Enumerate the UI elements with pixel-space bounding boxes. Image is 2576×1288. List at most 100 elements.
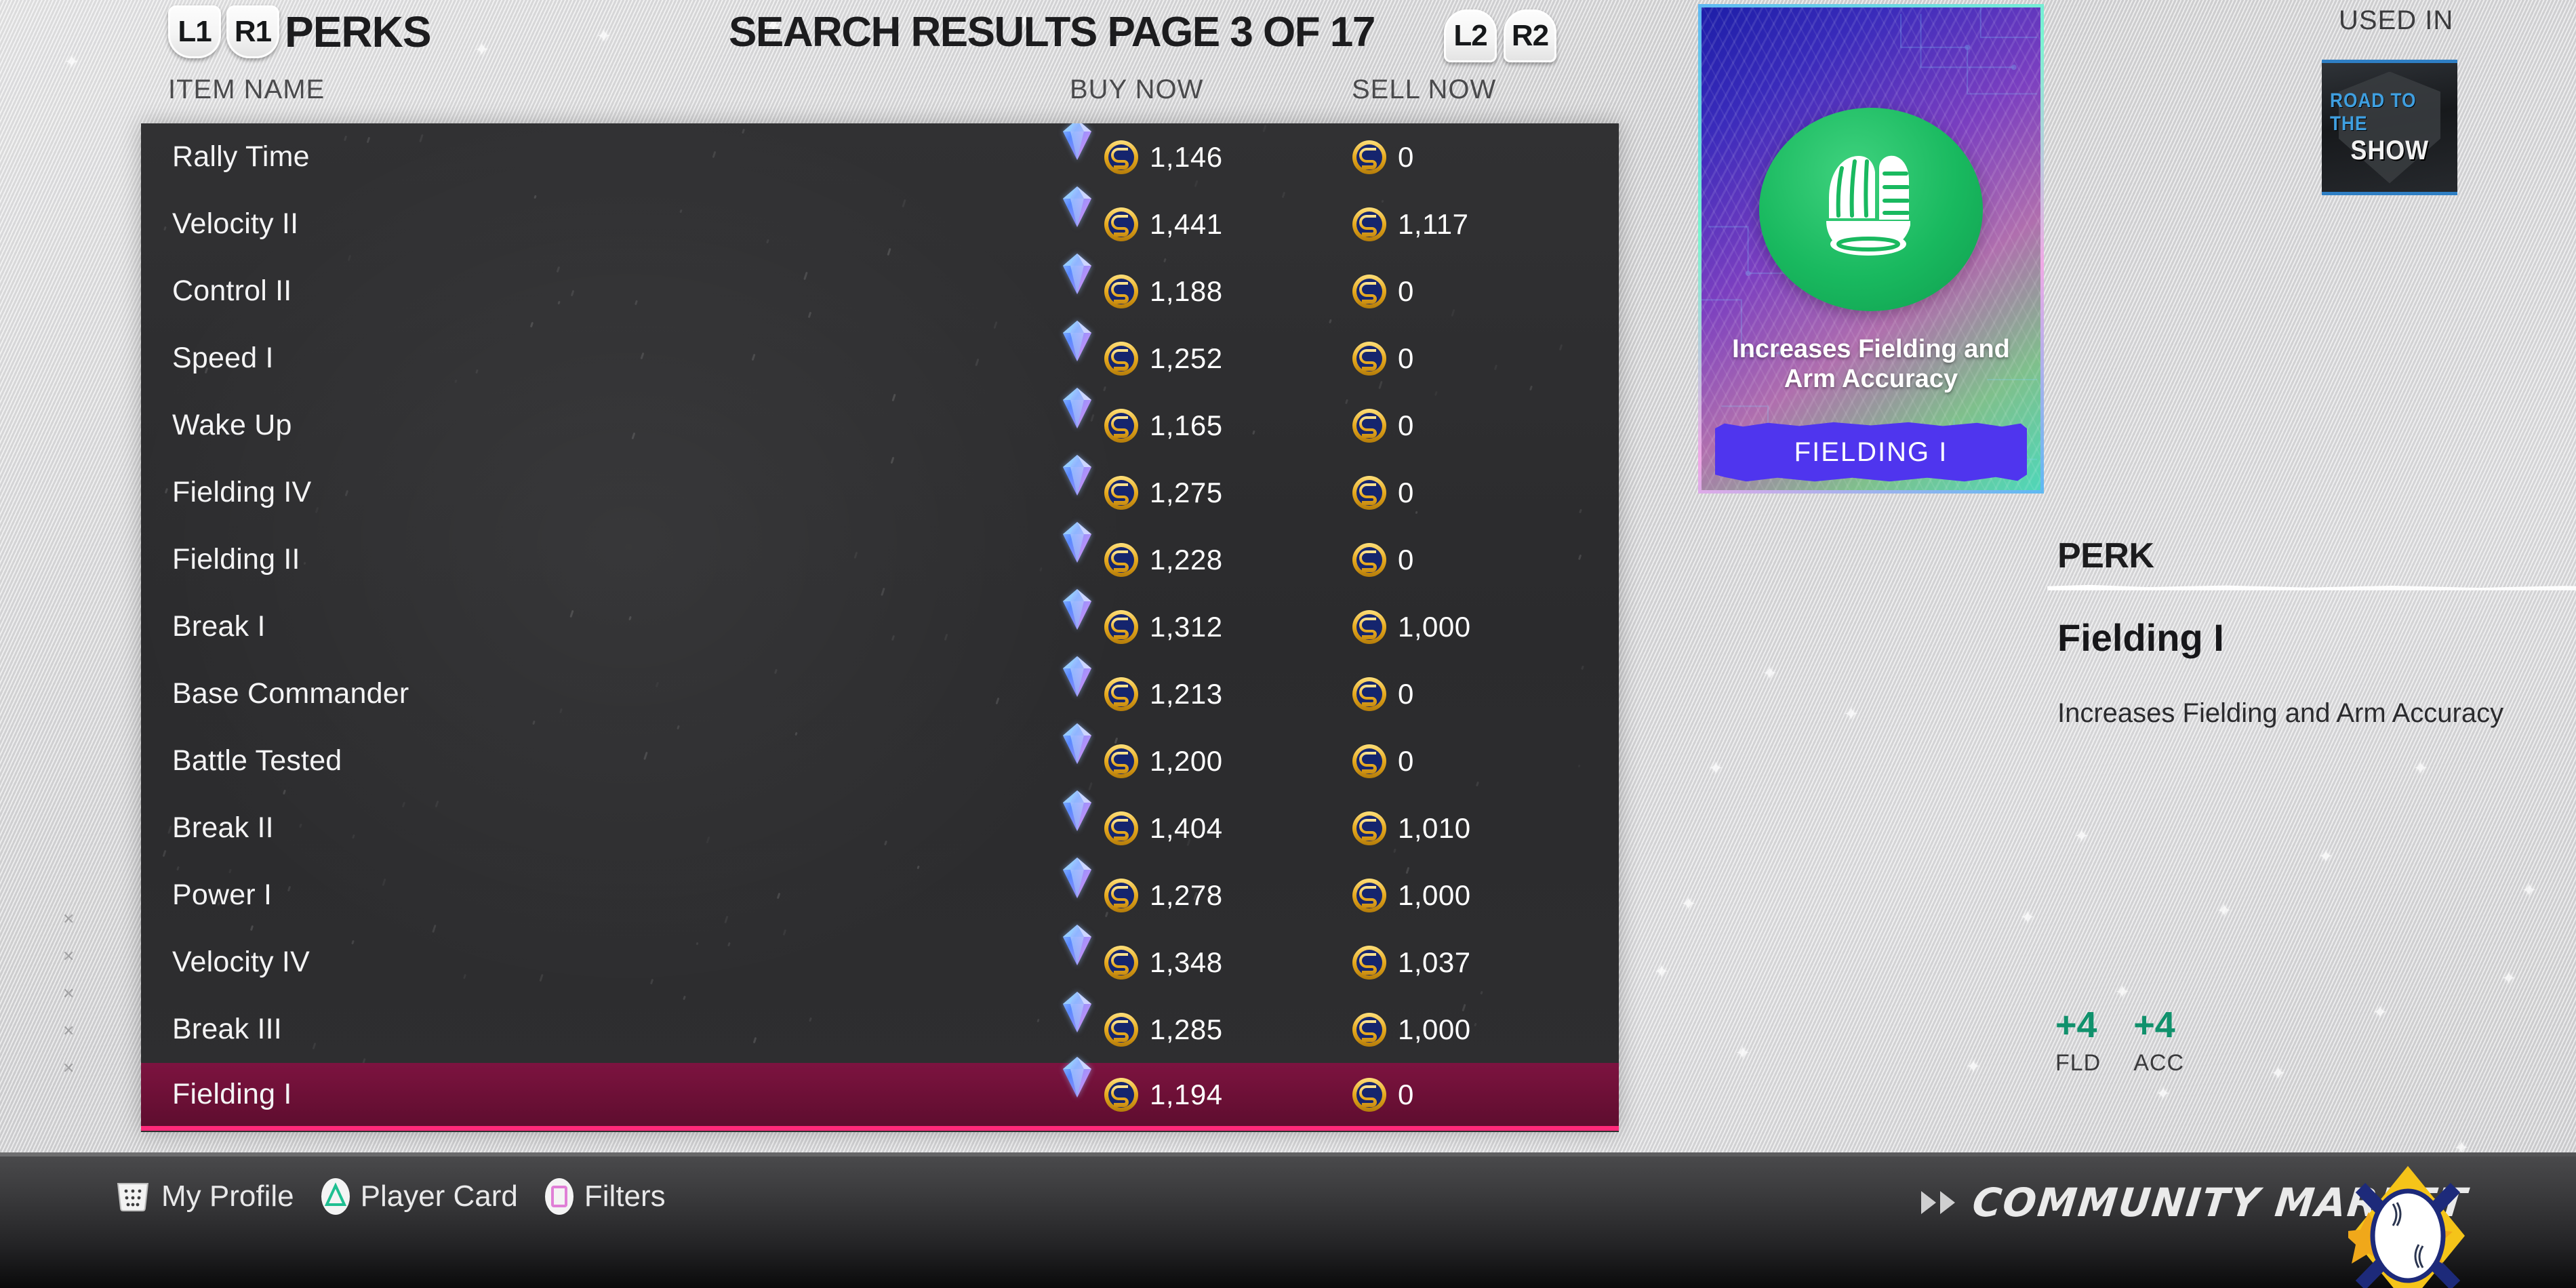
diamond-gem-icon [1062,790,1093,832]
row-buy-price: 1,312 [1150,611,1223,643]
detail-panel: Increases Fielding and Arm Accuracy FIEL… [1641,0,2576,1152]
r1-button[interactable]: R1 [226,5,279,58]
diamond-gem-icon [1062,857,1093,899]
row-buy-price: 1,165 [1150,409,1223,442]
section-title: PERKS [285,5,431,58]
stub-coin-icon [1104,1012,1139,1047]
stub-coin-icon [1352,677,1387,712]
nav-my-profile[interactable]: My Profile [114,1180,294,1213]
table-row[interactable]: Wake Up 1,165 0 [141,392,1619,459]
stub-coin-icon [1104,1077,1139,1112]
stub-coin-icon [1104,140,1139,175]
detail-item-name: Fielding I [2057,616,2224,660]
row-buy-price: 1,285 [1150,1013,1223,1046]
row-sell-price: 0 [1398,342,1414,375]
row-buy-price: 1,252 [1150,342,1223,375]
stub-coin-icon [1104,475,1139,510]
table-row[interactable]: Fielding IV 1,275 0 [141,459,1619,526]
row-sell-cell: 0 [1352,475,1414,510]
row-sell-cell: 0 [1352,274,1414,309]
table-row[interactable]: Velocity IV 1,348 1,037 [141,929,1619,996]
row-sell-cell: 1,117 [1352,207,1469,242]
perk-card-banner: FIELDING I [1715,421,2027,483]
row-buy-price: 1,228 [1150,544,1223,576]
table-row[interactable]: Base Commander 1,213 0 [141,660,1619,727]
row-sell-cell: 1,000 [1352,609,1471,645]
stat-acc: +4 ACC [2133,1007,2184,1076]
stub-coin-icon [1352,408,1387,443]
diamond-gem-icon [1062,320,1093,362]
nav-my-profile-label: My Profile [161,1180,294,1213]
row-buy-cell: 1,285 [1063,1012,1223,1047]
nav-filters[interactable]: Filters [544,1177,666,1216]
row-sell-price: 0 [1398,1079,1414,1111]
row-sell-cell: 0 [1352,744,1414,779]
table-row[interactable]: Velocity II 1,441 1,117 [141,190,1619,258]
row-item-name: Velocity IV [172,946,310,979]
row-sell-cell: 0 [1352,341,1414,376]
row-sell-cell: 0 [1352,677,1414,712]
touchpad-icon [114,1181,152,1212]
row-buy-price: 1,200 [1150,745,1223,778]
search-results-list[interactable]: Rally Time 1,146 0 Velocity II 1,441 1,117 Con… [141,123,1619,1132]
nav-player-card-label: Player Card [361,1180,518,1213]
row-buy-cell: 1,278 [1063,878,1223,913]
row-buy-cell: 1,348 [1063,945,1223,980]
row-sell-price: 1,000 [1398,611,1471,643]
stub-coin-icon [1104,677,1139,712]
table-row[interactable]: Control II 1,188 0 [141,258,1619,325]
perk-card-description: Increases Fielding and Arm Accuracy [1719,334,2023,394]
table-row[interactable]: Break I 1,312 1,000 [141,593,1619,660]
stub-coin-icon [1352,811,1387,846]
stat-acc-value: +4 [2133,1007,2175,1043]
row-buy-cell: 1,312 [1063,609,1223,645]
nav-filters-label: Filters [584,1180,666,1213]
row-buy-price: 1,275 [1150,477,1223,509]
row-item-name: Battle Tested [172,744,342,778]
diamond-gem-icon [1062,521,1093,563]
square-button-icon [544,1177,575,1216]
table-row[interactable]: Fielding I 1,194 0 [141,1063,1619,1131]
row-sell-cell: 1,037 [1352,945,1471,980]
table-row[interactable]: Break III 1,285 1,000 [141,996,1619,1063]
table-row[interactable]: Break II 1,404 1,010 [141,794,1619,862]
row-sell-price: 1,037 [1398,946,1471,979]
stub-coin-icon [1352,475,1387,510]
table-row[interactable]: Battle Tested 1,200 0 [141,727,1619,794]
row-sell-cell: 0 [1352,542,1414,578]
diamond-gem-icon [1062,454,1093,496]
table-row[interactable]: Power I 1,278 1,000 [141,862,1619,929]
detail-stats: +4 FLD +4 ACC [2055,1007,2184,1076]
r2-button-label: R2 [1512,19,1548,53]
row-item-name: Break II [172,811,274,845]
row-item-name: Fielding I [172,1078,291,1111]
table-row[interactable]: Speed I 1,252 0 [141,325,1619,392]
diamond-gem-icon [1062,588,1093,630]
used-in-label: USED IN [2339,5,2453,36]
row-buy-price: 1,348 [1150,946,1223,979]
used-in-mode-thumbnail[interactable]: ROAD TO THE SHOW [2322,60,2457,195]
stub-coin-icon [1104,542,1139,578]
nav-player-card[interactable]: Player Card [320,1177,518,1216]
row-sell-cell: 0 [1352,140,1414,175]
row-sell-price: 1,117 [1398,208,1469,241]
table-row[interactable]: Rally Time 1,146 0 [141,123,1619,190]
perk-card-banner-label: FIELDING I [1794,437,1948,468]
stub-coin-icon [1352,140,1387,175]
row-item-name: Power I [172,879,272,912]
l2-button[interactable]: L2 [1444,9,1497,62]
row-buy-price: 1,146 [1150,141,1223,174]
used-in-mode-line2: SHOW [2350,136,2429,166]
r2-button[interactable]: R2 [1504,9,1556,62]
row-sell-cell: 0 [1352,408,1414,443]
row-sell-price: 0 [1398,678,1414,710]
table-row[interactable]: Fielding II 1,228 0 [141,526,1619,593]
l1-button[interactable]: L1 [168,5,221,58]
bottom-bar: My Profile Player Card Filters COMMUNITY… [0,1152,2576,1288]
stub-coin-icon [1352,1077,1387,1112]
stat-fld: +4 FLD [2055,1007,2101,1076]
detail-item-description: Increases Fielding and Arm Accuracy [2057,698,2503,729]
row-buy-price: 1,404 [1150,812,1223,845]
diamond-gem-icon [1062,253,1093,295]
stub-coin-icon [1104,811,1139,846]
